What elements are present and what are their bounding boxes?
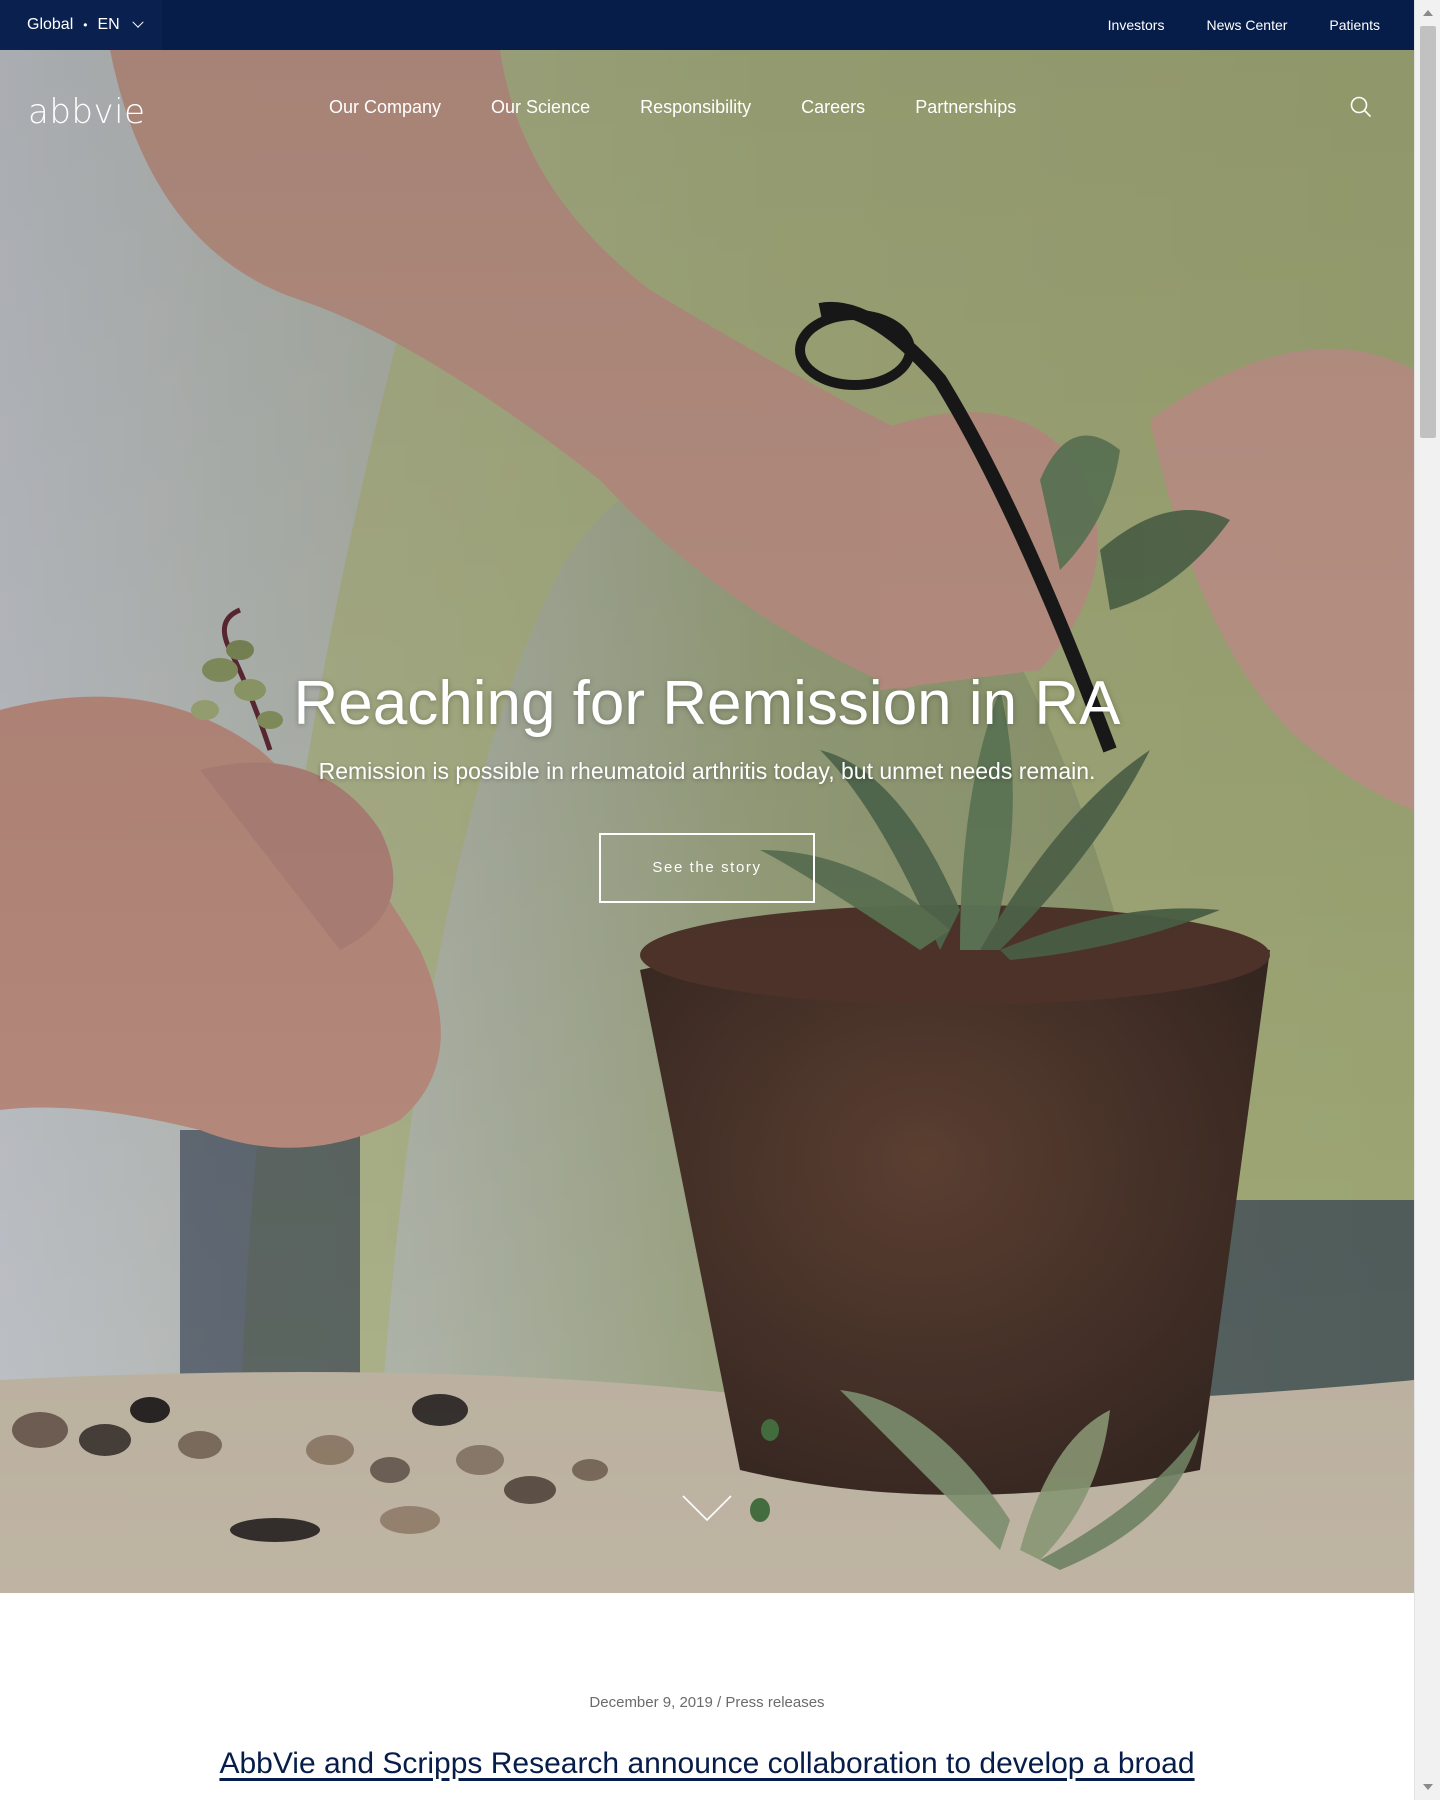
- search-icon[interactable]: [1348, 94, 1374, 120]
- chevron-down-icon: [132, 16, 144, 28]
- page-scrollbar[interactable]: [1414, 0, 1440, 1800]
- locale-separator: •: [83, 18, 88, 32]
- news-headline-link[interactable]: AbbVie and Scripps Research announce col…: [207, 1745, 1207, 1783]
- abbvie-logo[interactable]: abbvie: [28, 92, 145, 132]
- nav-item-our-company[interactable]: Our Company: [329, 97, 441, 118]
- utility-link-news-center[interactable]: News Center: [1206, 17, 1287, 33]
- primary-nav: Our Company Our Science Responsibility C…: [329, 97, 1016, 118]
- page: Global • EN Investors News Center Patien…: [0, 0, 1440, 1800]
- locale-language: EN: [97, 16, 120, 33]
- hero-title: Reaching for Remission in RA: [293, 669, 1121, 738]
- hero-subtitle: Remission is possible in rheumatoid arth…: [318, 758, 1096, 785]
- nav-item-our-science[interactable]: Our Science: [491, 97, 590, 118]
- utility-link-patients[interactable]: Patients: [1329, 17, 1380, 33]
- main-nav: abbvie Our Company Our Science Responsib…: [0, 50, 1414, 170]
- nav-item-responsibility[interactable]: Responsibility: [640, 97, 751, 118]
- chevron-down-icon[interactable]: [681, 1493, 733, 1523]
- utility-bar: Global • EN Investors News Center Patien…: [0, 0, 1414, 50]
- news-meta-divider: /: [717, 1694, 722, 1711]
- scroll-up-arrow-icon[interactable]: [1423, 10, 1433, 16]
- utility-links: Investors News Center Patients: [1108, 0, 1380, 50]
- news-category[interactable]: Press releases: [725, 1694, 824, 1711]
- locale-selector[interactable]: Global • EN: [0, 0, 162, 50]
- locale-region: Global: [27, 16, 74, 33]
- utility-link-investors[interactable]: Investors: [1108, 17, 1165, 33]
- nav-item-careers[interactable]: Careers: [801, 97, 865, 118]
- see-the-story-button[interactable]: See the story: [599, 833, 815, 904]
- scroll-down-arrow-icon[interactable]: [1423, 1784, 1433, 1790]
- news-date: December 9, 2019: [589, 1694, 713, 1711]
- news-teaser: December 9, 2019 / Press releases AbbVie…: [0, 1593, 1414, 1800]
- hero-content: Reaching for Remission in RA Remission i…: [0, 669, 1414, 904]
- nav-item-partnerships[interactable]: Partnerships: [915, 97, 1016, 118]
- scrollbar-thumb[interactable]: [1420, 26, 1436, 438]
- news-meta: December 9, 2019 / Press releases: [0, 1694, 1414, 1711]
- hero: abbvie Our Company Our Science Responsib…: [0, 50, 1414, 1593]
